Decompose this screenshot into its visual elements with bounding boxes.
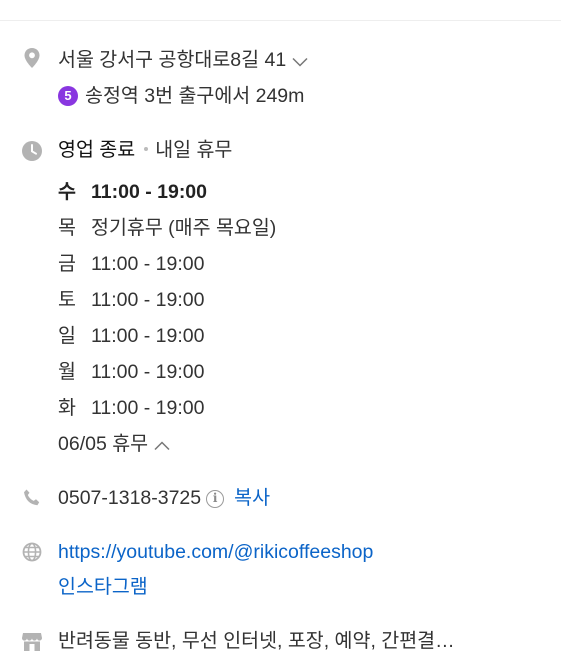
day-hours: 11:00 - 19:00 [91, 361, 205, 383]
address-line[interactable]: 서울 강서구 공항대로8길 41 [58, 48, 308, 73]
amenities-text[interactable]: 반려동물 동반, 무선 인터넷, 포장, 예약, 간편결… [58, 629, 548, 653]
day-hours: 정기휴무 (매주 목요일) [91, 217, 277, 239]
hours-row-tue: 화 11:00 - 19:00 [58, 396, 204, 420]
day-hours: 11:00 - 19:00 [91, 325, 205, 347]
clock-icon [20, 139, 44, 163]
day-hours: 11:00 - 19:00 [91, 253, 205, 275]
hours-row-wed: 수 11:00 - 19:00 [58, 180, 207, 204]
day-hours: 11:00 - 19:00 [91, 181, 208, 203]
business-status: 영업 종료 [58, 139, 136, 161]
address-text: 서울 강서구 공항대로8길 41 [58, 49, 287, 71]
subway-directions-text: 송정역 3번 출구에서 249m [85, 85, 305, 107]
chevron-up-icon[interactable] [154, 433, 170, 457]
day-label: 토 [58, 289, 76, 311]
day-label: 수 [58, 181, 76, 203]
hours-status[interactable]: 영업 종료 내일 휴무 [58, 138, 232, 162]
day-label: 월 [58, 361, 76, 383]
globe-icon [20, 540, 44, 564]
holiday-note-toggle[interactable]: 06/05 휴무 [58, 432, 170, 457]
subway-line-badge: 5 [58, 86, 78, 106]
phone-icon [20, 486, 44, 510]
hours-row-thu: 목 정기휴무 (매주 목요일) [58, 216, 276, 240]
location-pin-icon [20, 46, 44, 70]
instagram-link[interactable]: 인스타그램 [58, 576, 148, 598]
day-hours: 11:00 - 19:00 [91, 397, 205, 419]
store-icon [20, 629, 44, 653]
hours-row-mon: 월 11:00 - 19:00 [58, 360, 204, 384]
subway-directions: 5 송정역 3번 출구에서 249m [58, 84, 304, 108]
holiday-note: 06/05 휴무 [58, 433, 149, 455]
hours-row-sat: 토 11:00 - 19:00 [58, 288, 204, 312]
info-icon[interactable]: i [206, 490, 225, 508]
copy-button[interactable]: 복사 [234, 487, 270, 509]
hours-row-fri: 금 11:00 - 19:00 [58, 252, 204, 276]
next-day-status: 내일 휴무 [155, 139, 233, 161]
phone-line: 0507-1318-3725 i 복사 [58, 486, 270, 510]
hours-row-sun: 일 11:00 - 19:00 [58, 324, 204, 348]
youtube-link-row: https://youtube.com/@rikicoffeeshop [58, 540, 373, 564]
top-divider [0, 20, 561, 21]
day-label: 화 [58, 397, 76, 419]
phone-number[interactable]: 0507-1318-3725 [58, 487, 201, 509]
instagram-link-row: 인스타그램 [58, 575, 148, 599]
separator-dot [144, 147, 149, 151]
day-hours: 11:00 - 19:00 [91, 289, 205, 311]
day-label: 일 [58, 325, 76, 347]
youtube-link[interactable]: https://youtube.com/@rikicoffeeshop [58, 541, 373, 563]
day-label: 금 [58, 253, 76, 275]
chevron-down-icon[interactable] [292, 49, 308, 73]
day-label: 목 [58, 217, 76, 239]
